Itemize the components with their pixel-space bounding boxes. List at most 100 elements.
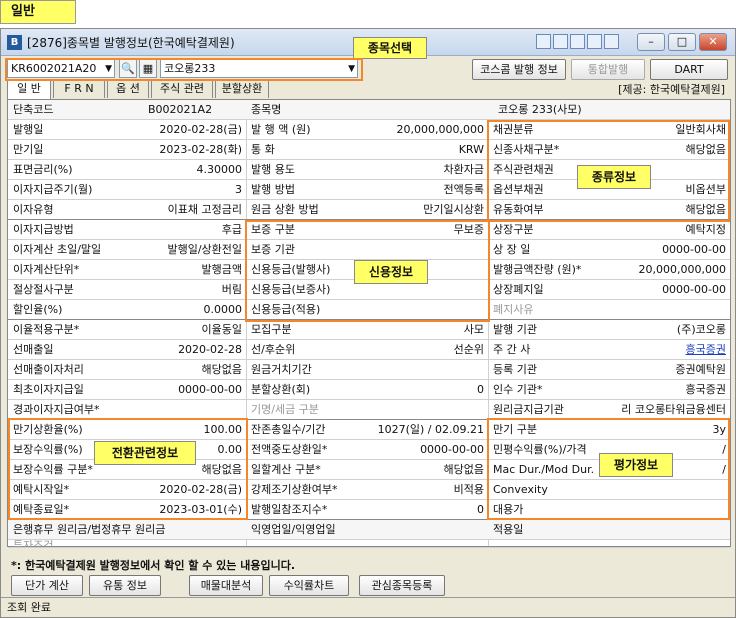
header-row: 단축코드 B002021A2 종목명 코오롱 233(사모) — [8, 100, 730, 120]
footnote: *: 한국예탁결제원 발행정보에서 확인 할 수 있는 내용입니다. — [11, 559, 296, 572]
table-row: 예탁시작일* 2020-02-28(금) 강제조기상환여부* 비적용 Convexity — [8, 480, 730, 500]
field-value: 2020-02-28 — [178, 343, 242, 356]
field-value: 만기일시상환 — [423, 203, 484, 216]
field-label: 신용등급(적용) — [251, 303, 321, 316]
field-label: Mac Dur./Mod Dur. — [493, 463, 595, 476]
field-label: 이자유형 — [13, 203, 54, 216]
field-value: 0000-00-00 — [662, 283, 726, 296]
field-label: 발행일 — [13, 123, 44, 136]
distribution-info-button[interactable]: 유통 정보 — [89, 575, 161, 596]
field-value: 이율동일 — [201, 323, 242, 336]
field-label: 예탁종료일* — [13, 503, 70, 516]
yield-chart-button[interactable]: 수익률차트 — [269, 575, 349, 596]
table-row: 만기상환율(%) 100.00 잔존총일수/기간 1027(일) / 02.09.21… — [8, 420, 730, 440]
field-value — [608, 500, 730, 520]
field-label: 만기 구분 — [493, 423, 537, 436]
field-value: 차환자금 — [443, 163, 484, 176]
field-label: 강제조기상환여부* — [251, 483, 338, 496]
field-label: 이율적용구분* — [13, 323, 80, 336]
code-combobox[interactable]: KR6002021A20 ▼ — [7, 59, 115, 78]
field-label: 이자계산단위* — [13, 263, 80, 276]
layout-icon[interactable] — [553, 34, 568, 49]
field-label: 발행 용도 — [251, 163, 295, 176]
chevron-down-icon[interactable]: ▼ — [105, 61, 112, 78]
koscom-info-button[interactable]: 코스콤 발행 정보 — [472, 59, 566, 80]
field-label: 표면금리(%) — [13, 163, 73, 176]
help-icon[interactable] — [604, 34, 619, 49]
field-label: 만기일 — [13, 143, 44, 156]
field-label: 일할계산 구분* — [251, 463, 321, 476]
field-label: 최초이자지급일 — [13, 383, 84, 396]
field-label: 절상절사구분 — [13, 283, 74, 296]
investment-label: 투자조건 — [13, 540, 54, 548]
table-row: 선매출일 2020-02-28 선/후순위 선순위 주 간 사 흥국증권 — [8, 340, 730, 360]
field-value: 버림 — [221, 283, 242, 296]
name-combobox[interactable]: 코오롱233 ▼ — [160, 59, 358, 78]
field-value: 100.00 — [203, 423, 243, 436]
price-calc-button[interactable]: 단가 계산 — [11, 575, 83, 596]
field-label: 이자계산 초일/말일 — [13, 243, 102, 256]
tab-stock-related[interactable]: 주식 관련 — [151, 80, 213, 98]
lead-manager-link[interactable]: 흥국증권 — [608, 340, 730, 360]
watchlist-button[interactable]: 관심종목등록 — [359, 575, 445, 596]
field-label: 선매출이자처리 — [13, 363, 84, 376]
field-value: 0 — [477, 383, 484, 396]
toolbar-icons — [536, 34, 619, 49]
field-label: 신종사채구분* — [493, 143, 560, 156]
field-label: 이자지급주기(월) — [13, 183, 93, 196]
table-row: 발행일 2020-02-28(금) 발 행 액 (원) 20,000,000,000 채… — [8, 120, 730, 140]
field-value — [128, 400, 246, 420]
export-icon[interactable] — [570, 34, 585, 49]
callout-select: 종목선택 — [353, 37, 427, 59]
integrated-issue-button[interactable]: 통합발행 — [571, 59, 645, 80]
short-code-label: 단축코드 — [13, 103, 54, 116]
field-value: 증권예탁원 — [675, 363, 726, 376]
dart-button[interactable]: DART — [650, 59, 728, 80]
investment-row: 투자조건 — [8, 540, 730, 548]
field-value: 리 코오롱타워금융센터 — [621, 403, 726, 416]
holiday-value: 익영업일/익영업일 — [251, 523, 336, 536]
section-tag: 일반 — [0, 0, 76, 24]
field-value: 발행금액 — [201, 263, 242, 276]
table-row: 선매출이자처리 해당없음 원금거치기간 등록 기관 증권예탁원 — [8, 360, 730, 380]
field-value: 일반회사채 — [675, 123, 726, 136]
field-value: 0.0000 — [203, 303, 243, 316]
field-label: 잔존총일수/기간 — [251, 423, 326, 436]
field-value — [608, 480, 730, 500]
field-value: 해당없음 — [685, 203, 726, 216]
tab-frn[interactable]: F R N — [53, 80, 105, 98]
control-row: KR6002021A20 ▼ 🔍 ▦ 코오롱233 ▼ 코스콤 발행 정보 통합발행… — [7, 59, 731, 81]
field-value: 무보증 — [453, 223, 484, 236]
field-value: 20,000,000,000 — [638, 263, 726, 276]
field-value: 후급 — [221, 223, 242, 236]
field-value — [376, 240, 488, 260]
table-row: 최초이자지급일 0000-00-00 분할상환(회) 0 인수 기관* 흥국증권 — [8, 380, 730, 400]
field-label: 상장구분 — [493, 223, 534, 236]
field-label: 폐지사유 — [493, 303, 534, 316]
field-label: 할인율(%) — [13, 303, 63, 316]
field-label: Convexity — [493, 483, 548, 496]
tab-option[interactable]: 옵 션 — [107, 80, 149, 98]
window-title: [2876]종목별 발행정보(한국예탁결제원) — [27, 35, 235, 50]
link-icon[interactable] — [536, 34, 551, 49]
close-button[interactable]: ✕ — [699, 33, 727, 51]
finder-icon[interactable]: ▦ — [139, 59, 157, 78]
print-icon[interactable] — [587, 34, 602, 49]
field-label: 원금거치기간 — [251, 363, 312, 376]
tab-amortization[interactable]: 분할상환 — [215, 80, 269, 98]
callout-type: 종류정보 — [577, 165, 651, 189]
chevron-down-icon[interactable]: ▼ — [348, 61, 355, 78]
minimize-button[interactable]: – — [637, 33, 665, 51]
field-label: 원금 상환 방법 — [251, 203, 319, 216]
table-row: 이자지급방법 후급 보증 구분 무보증 상장구분 예탁지정 — [8, 220, 730, 240]
search-icon[interactable]: 🔍 — [119, 59, 137, 78]
field-value: 선순위 — [453, 343, 484, 356]
maximize-button[interactable]: □ — [668, 33, 696, 51]
tab-general[interactable]: 일 반 — [7, 80, 51, 99]
field-value — [376, 360, 488, 380]
field-label: 통 화 — [251, 143, 275, 156]
field-value: 예탁지정 — [685, 223, 726, 236]
field-value: KRW — [458, 143, 484, 156]
tab-bar: 일 반 F R N 옵 션 주식 관련 분할상환 [제공: 한국예탁결제원] — [7, 80, 731, 99]
volume-profile-button[interactable]: 매물대분석 — [189, 575, 263, 596]
